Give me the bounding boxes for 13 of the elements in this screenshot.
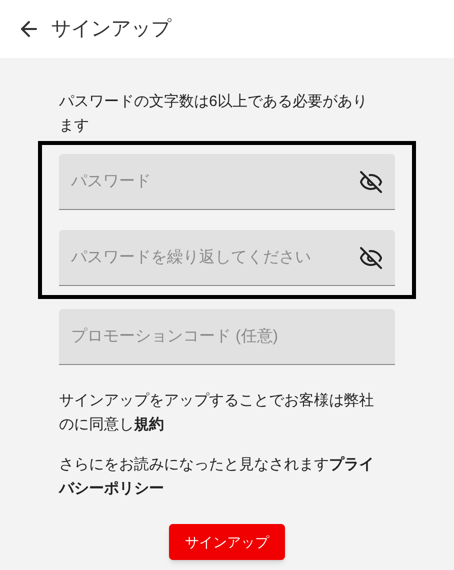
input-field[interactable]: パスワード (59, 154, 395, 210)
privacy-text: さらにをお読みになったと見なされますプライバシーポリシー (59, 455, 375, 499)
password-input[interactable]: パスワードを繰り返してください (71, 246, 359, 270)
visibility-toggle-icon[interactable] (359, 170, 383, 194)
password-rule-text: パスワードの文字数は6以上である必要があります (59, 92, 368, 136)
input-field[interactable]: パスワードを繰り返してください (59, 230, 395, 286)
input-field[interactable]: プロモーションコード (任意) (59, 309, 395, 365)
password-input[interactable]: パスワード (71, 170, 359, 194)
terms-text: サインアップをアップすることでお客様は弊社のに同意し規約 (59, 391, 375, 435)
page-title: サインアップ (51, 17, 171, 42)
visibility-toggle-icon[interactable] (359, 246, 383, 270)
text-input[interactable]: プロモーションコード (任意) (71, 324, 383, 348)
signup-button[interactable]: サインアップ (169, 524, 285, 560)
